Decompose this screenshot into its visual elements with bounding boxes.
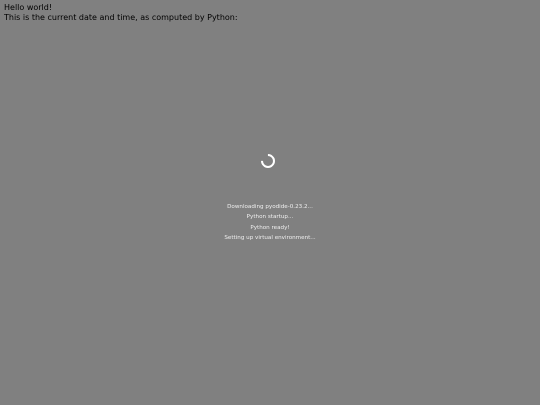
python-output: Hello world! This is the current date an… bbox=[4, 3, 238, 23]
log-line-ready: Python ready! bbox=[250, 224, 290, 231]
log-line-downloading: Downloading pyodide-0.23.2... bbox=[227, 204, 313, 210]
page: Hello world! This is the current date an… bbox=[0, 0, 540, 405]
loading-log: Downloading pyodide-0.23.2... Python sta… bbox=[0, 202, 540, 243]
spinner-icon bbox=[258, 151, 278, 171]
log-line-startup: Python startup... bbox=[246, 214, 294, 221]
hello-text: Hello world! bbox=[4, 3, 53, 12]
datetime-caption: This is the current date and time, as co… bbox=[4, 13, 238, 22]
log-line-venv: Setting up virtual environment... bbox=[224, 234, 316, 241]
